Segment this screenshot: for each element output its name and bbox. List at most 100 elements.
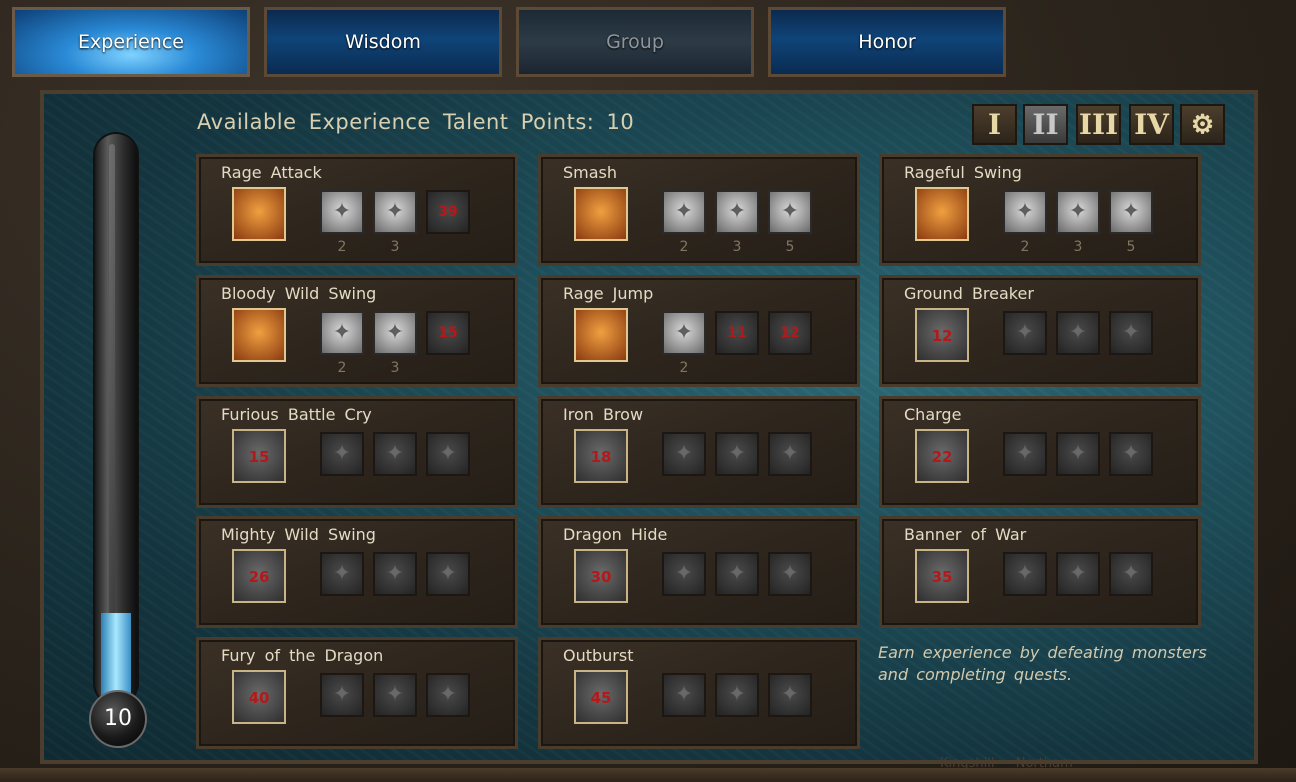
talent-rank-icon[interactable]: ✦ — [1003, 432, 1047, 476]
talent-rank-icon[interactable]: ✦ — [768, 190, 812, 234]
tab-group[interactable]: Group — [516, 7, 754, 77]
outburst-icon[interactable]: 45 — [574, 670, 628, 724]
talent-rank-icon[interactable]: ✦ — [662, 432, 706, 476]
rank-glyph-icon: ✦ — [1068, 320, 1088, 345]
talent-rank-icon[interactable]: ✦ — [1003, 311, 1047, 355]
level-orb: 10 — [89, 690, 147, 748]
rank-glyph-icon: ✦ — [780, 561, 800, 586]
talent-title: Iron Brow — [563, 405, 644, 424]
talent-rank-icon[interactable]: ✦ — [715, 432, 759, 476]
rank-glyph-icon: ✦ — [727, 199, 747, 224]
talent-rank-icon[interactable]: ✦ — [662, 552, 706, 596]
battle-cry-icon[interactable]: 15 — [232, 429, 286, 483]
talent-rank-icon[interactable]: ✦ — [426, 552, 470, 596]
mighty-swing-icon[interactable]: 26 — [232, 549, 286, 603]
rank-level: 3 — [390, 239, 400, 255]
dragon-fury-icon[interactable]: 40 — [232, 670, 286, 724]
talent-rank-icon[interactable]: ✦ — [662, 311, 706, 355]
tab-wisdom[interactable]: Wisdom — [264, 7, 502, 77]
talent-rank-icon[interactable]: ✦ — [320, 552, 364, 596]
page-button-3[interactable]: III — [1076, 104, 1121, 145]
talent-rank-icon[interactable]: ✦ — [715, 552, 759, 596]
talent-rank-icon[interactable]: ✦ — [662, 190, 706, 234]
tab-honor[interactable]: Honor — [768, 7, 1006, 77]
talent-title: Dragon Hide — [563, 525, 668, 544]
dragon-hide-icon[interactable]: 30 — [574, 549, 628, 603]
talent-rank-icon[interactable]: ✦ — [1056, 552, 1100, 596]
tab-label: Experience — [78, 31, 184, 53]
settings-gear-button[interactable]: ⚙ — [1180, 104, 1225, 145]
jump-icon[interactable] — [574, 308, 628, 362]
banner-icon[interactable]: 35 — [915, 549, 969, 603]
talent-rank-icon[interactable]: ✦ — [1109, 190, 1153, 234]
tab-experience[interactable]: Experience — [12, 7, 250, 77]
talent-rank-icon[interactable]: ✦ — [1056, 311, 1100, 355]
page-button-4[interactable]: IV — [1129, 104, 1174, 145]
rank-glyph-icon: ✦ — [438, 561, 458, 586]
rank-level: 2 — [337, 239, 347, 255]
talent-rank-icon[interactable]: ✦ — [373, 673, 417, 717]
rank-cost: 12 — [780, 325, 800, 341]
talent-card: Ground Breaker 12 ✦ ✦ ✦ — [879, 275, 1201, 387]
talent-title: Charge — [904, 405, 962, 424]
ground-break-icon[interactable]: 12 — [915, 308, 969, 362]
whirl-icon[interactable] — [232, 308, 286, 362]
talent-rank-icon[interactable]: ✦ — [1003, 552, 1047, 596]
talent-rank-icon[interactable]: ✦ — [662, 673, 706, 717]
tab-bar: Experience Wisdom Group Honor — [8, 3, 1012, 79]
talent-title: Rage Attack — [221, 163, 322, 182]
talent-rank-icon[interactable]: ✦ — [1056, 432, 1100, 476]
page-button-1[interactable]: I — [972, 104, 1017, 145]
rank-level: 2 — [679, 360, 689, 376]
talent-card: Fury of the Dragon 40 ✦ ✦ ✦ — [196, 637, 518, 749]
talent-rank-icon[interactable]: ✦ — [715, 673, 759, 717]
talent-rank-icon[interactable]: ✦ — [320, 190, 364, 234]
rank-glyph-icon: ✦ — [1068, 441, 1088, 466]
tab-label: Wisdom — [345, 31, 421, 53]
talent-rank-icon[interactable]: ✦ — [1109, 432, 1153, 476]
talent-rank-icon[interactable]: ✦ — [426, 432, 470, 476]
talent-card: Bloody Wild Swing ✦ 2 ✦ 3 15 — [196, 275, 518, 387]
talent-rank-icon[interactable]: ✦ — [768, 552, 812, 596]
charge-icon[interactable]: 22 — [915, 429, 969, 483]
bar-shine — [109, 144, 115, 624]
rank-glyph-icon: ✦ — [1121, 199, 1141, 224]
rank-level: 3 — [732, 239, 742, 255]
rank-glyph-icon: ✦ — [332, 441, 352, 466]
page-button-2[interactable]: II — [1023, 104, 1068, 145]
talent-rank-icon[interactable]: ✦ — [1109, 552, 1153, 596]
talent-rank-icon[interactable]: 11 — [715, 311, 759, 355]
smash-icon[interactable] — [574, 187, 628, 241]
talent-rank-icon[interactable]: ✦ — [373, 311, 417, 355]
talent-rank-icon[interactable]: ✦ — [320, 673, 364, 717]
sword-slash-icon[interactable] — [232, 187, 286, 241]
talent-rank-icon[interactable]: ✦ — [426, 673, 470, 717]
rank-glyph-icon: ✦ — [385, 441, 405, 466]
rank-glyph-icon: ✦ — [1015, 441, 1035, 466]
fire-swing-icon[interactable] — [915, 187, 969, 241]
talent-rank-icon[interactable]: ✦ — [320, 432, 364, 476]
talent-rank-icon[interactable]: ✦ — [373, 432, 417, 476]
talent-rank-icon[interactable]: ✦ — [1056, 190, 1100, 234]
talent-rank-icon[interactable]: 12 — [768, 311, 812, 355]
talent-rank-icon[interactable]: ✦ — [715, 190, 759, 234]
talent-card: Mighty Wild Swing 26 ✦ ✦ ✦ — [196, 516, 518, 628]
talent-rank-icon[interactable]: ✦ — [1109, 311, 1153, 355]
talent-rank-icon[interactable]: ✦ — [320, 311, 364, 355]
talent-rank-icon[interactable]: ✦ — [1003, 190, 1047, 234]
talent-card: Furious Battle Cry 15 ✦ ✦ ✦ — [196, 396, 518, 508]
rank-glyph-icon: ✦ — [674, 320, 694, 345]
talent-card: Outburst 45 ✦ ✦ ✦ — [538, 637, 860, 749]
talent-rank-icon[interactable]: 15 — [426, 311, 470, 355]
talent-title: Rageful Swing — [904, 163, 1022, 182]
talent-rank-icon[interactable]: ✦ — [373, 190, 417, 234]
talent-rank-icon[interactable]: ✦ — [768, 673, 812, 717]
talent-rank-icon[interactable]: ✦ — [768, 432, 812, 476]
experience-note: Earn experience by defeating monsters an… — [878, 643, 1207, 684]
rank-glyph-icon: ✦ — [1068, 199, 1088, 224]
rank-glyph-icon: ✦ — [1015, 199, 1035, 224]
talent-rank-icon[interactable]: ✦ — [373, 552, 417, 596]
talent-rank-icon[interactable]: 39 — [426, 190, 470, 234]
rank-glyph-icon: ✦ — [1015, 320, 1035, 345]
iron-brow-icon[interactable]: 18 — [574, 429, 628, 483]
